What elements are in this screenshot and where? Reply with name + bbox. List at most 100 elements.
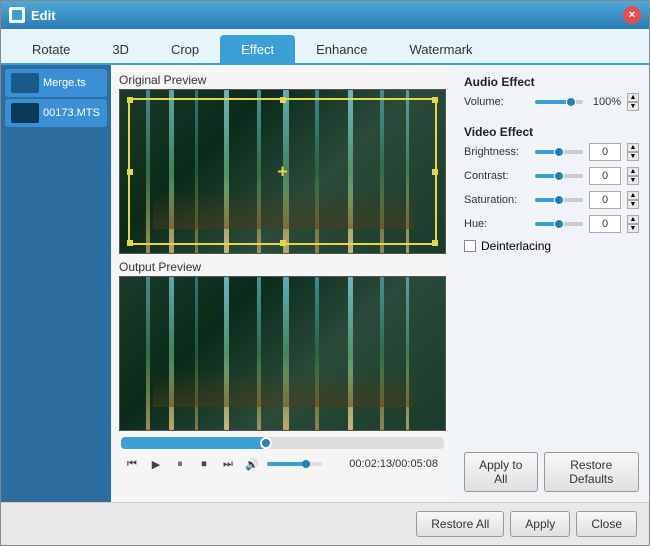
time-display: 00:02:13/00:05:08 [349,458,438,470]
controls-row: ⏮ ▶ ⏸ ⏹ ⏭ 🔊 00:02:13/00:05:08 [119,453,446,475]
contrast-up-btn[interactable]: ▲ [627,167,639,176]
brightness-label: Brightness: [464,146,529,158]
volume-down-btn[interactable]: ▼ [627,102,639,111]
crop-handle-ml[interactable] [127,169,133,175]
contrast-thumb[interactable] [554,171,564,181]
volume-track [535,100,583,104]
volume-fill [267,462,306,466]
tab-bar: Rotate 3D Crop Effect Enhance Watermark [1,29,649,65]
window-title: Edit [31,8,56,23]
restore-defaults-button[interactable]: Restore Defaults [544,452,639,492]
title-bar-left: Edit [9,7,56,23]
contrast-spin[interactable]: ▲ ▼ [627,167,639,185]
saturation-up-btn[interactable]: ▲ [627,191,639,200]
volume-slider[interactable] [267,462,322,466]
brightness-spin[interactable]: ▲ ▼ [627,143,639,161]
tab-effect[interactable]: Effect [220,35,295,63]
volume-thumb[interactable] [302,460,310,468]
volume-up-btn[interactable]: ▲ [627,93,639,102]
main-content: Merge.ts 00173.MTS Original Preview [1,65,649,502]
original-preview-section: Original Preview [119,73,446,254]
brightness-input[interactable]: 0 [589,143,621,161]
saturation-thumb[interactable] [554,195,564,205]
crop-handle-tl[interactable] [127,97,133,103]
deinterlacing-checkbox[interactable] [464,240,476,252]
close-window-button[interactable]: × [623,6,641,24]
bottom-bar: Restore All Apply Close [1,502,649,545]
volume-slider-container[interactable] [535,95,583,109]
volume-slider-thumb[interactable] [566,97,576,107]
file-item-merge[interactable]: Merge.ts [5,69,107,97]
hue-input[interactable]: 0 [589,215,621,233]
edit-window: Edit × Rotate 3D Crop Effect Enhance Wat… [0,0,650,546]
restore-all-button[interactable]: Restore All [416,511,504,537]
output-scene-decoration [120,277,445,430]
contrast-down-btn[interactable]: ▼ [627,176,639,185]
tab-rotate[interactable]: Rotate [11,35,91,63]
video-effect-section: Video Effect Brightness: 0 ▲ ▼ [464,125,639,253]
pause-button[interactable]: ⏸ [171,455,189,473]
center-panel: Original Preview [111,65,454,502]
seek-thumb[interactable] [260,437,272,449]
contrast-input[interactable]: 0 [589,167,621,185]
seek-bar[interactable] [121,437,444,449]
volume-icon: 🔊 [243,455,261,473]
file-name-mts: 00173.MTS [43,107,100,119]
saturation-spin[interactable]: ▲ ▼ [627,191,639,209]
tab-crop[interactable]: Crop [150,35,220,63]
right-panel-buttons: Apply to All Restore Defaults [464,452,639,492]
file-thumb-mts [11,103,39,123]
tab-watermark[interactable]: Watermark [388,35,493,63]
deinterlacing-label: Deinterlacing [481,239,551,253]
app-icon [9,7,25,23]
tab-3d[interactable]: 3D [91,35,150,63]
crop-handle-tr[interactable] [432,97,438,103]
saturation-label: Saturation: [464,194,529,206]
brightness-slider[interactable] [535,145,583,159]
saturation-down-btn[interactable]: ▼ [627,200,639,209]
seek-bar-fill [121,437,266,449]
audio-effect-section: Audio Effect Volume: 100% ▲ ▼ [464,75,639,117]
skip-to-start-button[interactable]: ⏮ [123,455,141,473]
volume-label: Volume: [464,96,529,108]
file-list: Merge.ts 00173.MTS [1,65,111,502]
brightness-up-btn[interactable]: ▲ [627,143,639,152]
brightness-down-btn[interactable]: ▼ [627,152,639,161]
stop-button[interactable]: ⏹ [195,455,213,473]
volume-spin[interactable]: ▲ ▼ [627,93,639,111]
saturation-row: Saturation: 0 ▲ ▼ [464,191,639,209]
crop-handle-tm[interactable] [280,97,286,103]
apply-button[interactable]: Apply [510,511,570,537]
hue-slider[interactable] [535,217,583,231]
crop-handle-mr[interactable] [432,169,438,175]
saturation-slider[interactable] [535,193,583,207]
saturation-track [535,198,583,202]
contrast-slider[interactable] [535,169,583,183]
brightness-track [535,150,583,154]
volume-value: 100% [589,96,621,108]
contrast-row: Contrast: 0 ▲ ▼ [464,167,639,185]
hue-spin[interactable]: ▲ ▼ [627,215,639,233]
hue-down-btn[interactable]: ▼ [627,224,639,233]
hue-row: Hue: 0 ▲ ▼ [464,215,639,233]
file-item-mts[interactable]: 00173.MTS [5,99,107,127]
saturation-input[interactable]: 0 [589,191,621,209]
hue-thumb[interactable] [554,219,564,229]
hue-up-btn[interactable]: ▲ [627,215,639,224]
output-video-bg [120,277,445,430]
crop-handle-br[interactable] [432,240,438,246]
skip-to-end-button[interactable]: ⏭ [219,455,237,473]
apply-to-all-button[interactable]: Apply to All [464,452,538,492]
brightness-thumb[interactable] [554,147,564,157]
play-button[interactable]: ▶ [147,455,165,473]
original-video-bg: + [120,90,445,253]
original-preview-label: Original Preview [119,73,446,87]
original-video-container: + [119,89,446,254]
right-panel: Audio Effect Volume: 100% ▲ ▼ [454,65,649,502]
crop-handle-bm[interactable] [280,240,286,246]
crop-handle-bl[interactable] [127,240,133,246]
output-preview-label: Output Preview [119,260,446,274]
hue-track [535,222,583,226]
tab-enhance[interactable]: Enhance [295,35,388,63]
close-button[interactable]: Close [576,511,637,537]
